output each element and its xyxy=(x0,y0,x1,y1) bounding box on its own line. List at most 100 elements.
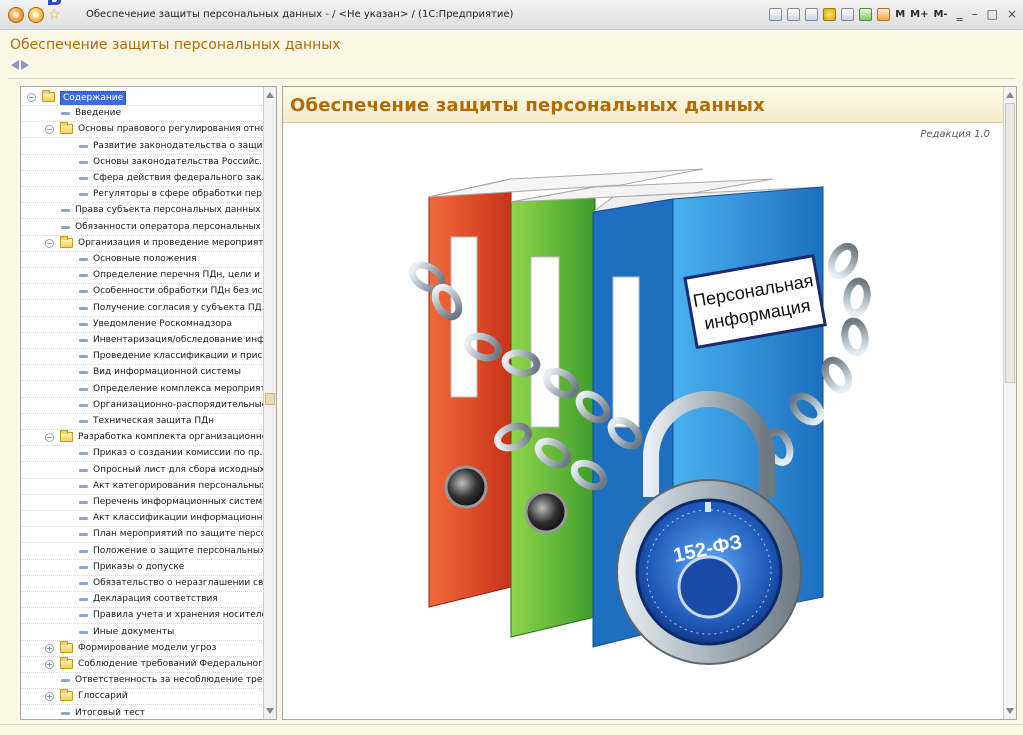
content-scrollbar[interactable] xyxy=(1003,87,1016,719)
document-icon xyxy=(79,322,88,326)
tree-item[interactable]: Перечень информационных систем xyxy=(21,494,264,511)
dropdown-menu-icon[interactable] xyxy=(28,7,44,23)
tree-item[interactable]: Правила учета и хранения носителе... xyxy=(21,607,264,625)
folder-icon xyxy=(60,657,73,669)
corner-letter: В xyxy=(46,0,63,11)
expand-icon[interactable]: + xyxy=(45,660,54,669)
tree-item-label: Регуляторы в сфере обработки пер... xyxy=(93,189,264,200)
document-icon xyxy=(79,403,88,407)
document-icon xyxy=(61,112,70,116)
tree-item[interactable]: + Формирование модели угроз xyxy=(21,640,264,657)
collapse-icon[interactable]: − xyxy=(45,125,54,135)
tree-item[interactable]: Обязанности оператора персональных ... xyxy=(21,219,264,236)
document-icon xyxy=(79,339,88,342)
tree-item[interactable]: Регуляторы в сфере обработки пер... xyxy=(21,186,264,204)
collapse-icon[interactable]: − xyxy=(27,93,36,102)
tree-item[interactable]: Техническая защита ПДн xyxy=(21,413,264,430)
content-scroll-thumb[interactable] xyxy=(1005,103,1015,383)
history-icon[interactable] xyxy=(841,7,855,21)
folder-icon xyxy=(60,640,73,653)
tree-item[interactable]: Акт категорирования персональных... xyxy=(21,478,264,495)
tree-item[interactable]: Развитие законодательства о защи... xyxy=(21,138,264,155)
tree-item[interactable]: − Основы правового регулирования отно... xyxy=(21,121,264,139)
expand-icon[interactable]: + xyxy=(45,692,54,702)
tree-item[interactable]: Сфера действия федерального зак... xyxy=(21,170,264,187)
calendar-icon[interactable] xyxy=(859,7,873,21)
save-icon[interactable] xyxy=(769,7,783,21)
tree-item[interactable]: Приказ о создании комиссии по пр... xyxy=(21,445,264,463)
close-button[interactable]: × xyxy=(1007,7,1017,21)
window-title: Обеспечение защиты персональных данных -… xyxy=(86,9,514,20)
document-icon xyxy=(79,306,88,310)
tree-item[interactable]: Ответственность за несоблюдение тре... xyxy=(21,672,264,690)
document-icon xyxy=(79,501,88,504)
scroll-down-icon[interactable] xyxy=(266,708,274,714)
tree-item[interactable]: Организационно-распорядительные... xyxy=(21,397,264,414)
tree-item[interactable]: Приказы о допуске xyxy=(21,559,264,576)
tree-item[interactable]: Инвентаризация/обследование инф... xyxy=(21,332,264,349)
collapse-icon[interactable]: − xyxy=(45,238,54,248)
memory-minus-button[interactable]: M- xyxy=(933,9,947,20)
tree-item-label: Обязанности оператора персональных ... xyxy=(75,221,264,232)
tree-item[interactable]: − Организация и проведение мероприяти... xyxy=(21,235,264,252)
tree-item[interactable]: Вид информационной системы xyxy=(21,364,264,382)
tree-item[interactable]: Определение комплекса мероприят... xyxy=(21,381,264,398)
tree-item[interactable]: Акт классификации информационн... xyxy=(21,510,264,528)
minimize-button[interactable]: – xyxy=(972,7,978,21)
contents-tree[interactable]: − Содержание Введение − Основы правового рег… xyxy=(20,86,277,720)
calculator-icon[interactable] xyxy=(877,7,891,21)
tree-item[interactable]: Положение о защите персональных... xyxy=(21,543,264,560)
print-icon[interactable] xyxy=(787,7,801,21)
tree-item[interactable]: Обязательство о неразглашении св... xyxy=(21,575,264,592)
maximize-button[interactable]: □ xyxy=(987,7,998,21)
tree-item[interactable]: − Разработка комплекта организационно... xyxy=(21,429,264,447)
tree-item[interactable]: Проведение классификации и прис... xyxy=(21,348,264,366)
scroll-thumb[interactable] xyxy=(265,393,275,405)
memory-m-button[interactable]: M xyxy=(895,9,905,20)
tree-item[interactable]: Основные положения xyxy=(21,251,264,268)
tree-item[interactable]: Права субъекта персональных данных xyxy=(21,202,264,220)
tree-item-label: Иные документы xyxy=(93,626,175,637)
tree-scrollbar[interactable] xyxy=(263,87,276,719)
tree-item[interactable]: Итоговый тест xyxy=(21,705,264,719)
folder-icon xyxy=(60,430,73,443)
options-menu-icon[interactable]: ‗ xyxy=(957,7,963,21)
tree-item[interactable]: Опросный лист для сбора исходных... xyxy=(21,462,264,479)
tree-item[interactable]: + Глоссарий xyxy=(21,688,264,706)
tree-item-label: Инвентаризация/обследование инф... xyxy=(93,335,264,345)
tree-item-label: Введение xyxy=(75,108,122,119)
expand-icon[interactable]: + xyxy=(45,643,54,653)
tree-item[interactable]: Уведомление Роскомнадзора xyxy=(21,316,264,333)
document-icon xyxy=(79,420,88,423)
tree-item[interactable]: Основы законодательства Российс... xyxy=(21,154,264,171)
divider xyxy=(8,78,1015,79)
tree-item[interactable]: Получение согласия у субъекта ПД... xyxy=(21,300,264,317)
tree-item-label: Перечень информационных систем xyxy=(93,497,263,507)
tree-item[interactable]: Введение xyxy=(21,105,264,123)
tree-item-label: Уведомление Роскомнадзора xyxy=(93,318,233,329)
document-icon xyxy=(79,355,88,359)
forward-arrow-icon[interactable] xyxy=(21,60,29,70)
tree-item[interactable]: Определение перечня ПДн, цели и ... xyxy=(21,267,264,285)
tree-item-label: Сфера действия федерального зак... xyxy=(93,173,264,183)
tree-item-label: Опросный лист для сбора исходных... xyxy=(93,464,264,475)
tree-item[interactable]: Иные документы xyxy=(21,624,264,641)
content-scroll-up-icon[interactable] xyxy=(1006,92,1014,98)
content-scroll-down-icon[interactable] xyxy=(1006,708,1014,714)
tree-item-label: Приказы о допуске xyxy=(93,561,185,572)
document-icon xyxy=(79,517,88,521)
tree-item-label: Акт классификации информационн... xyxy=(93,513,264,524)
collapse-icon[interactable]: − xyxy=(45,433,54,443)
scroll-up-icon[interactable] xyxy=(266,92,274,98)
tree-item[interactable]: + Соблюдение требований Федерального ... xyxy=(21,656,264,673)
tree-item[interactable]: Особенности обработки ПДн без ис... xyxy=(21,283,264,301)
main-menu-icon[interactable] xyxy=(8,7,24,23)
back-arrow-icon[interactable] xyxy=(11,60,19,70)
memory-plus-button[interactable]: M+ xyxy=(910,9,928,20)
tree-item[interactable]: План мероприятий по защите персо... xyxy=(21,526,264,544)
tree-item[interactable]: Декларация соответствия xyxy=(21,591,264,609)
add-favorite-icon[interactable] xyxy=(823,7,837,21)
tree-item[interactable]: − Содержание xyxy=(21,89,264,106)
title-bar-toolbar: M M+ M- ‗ – □ × xyxy=(769,7,1017,21)
preview-icon[interactable] xyxy=(805,7,819,21)
